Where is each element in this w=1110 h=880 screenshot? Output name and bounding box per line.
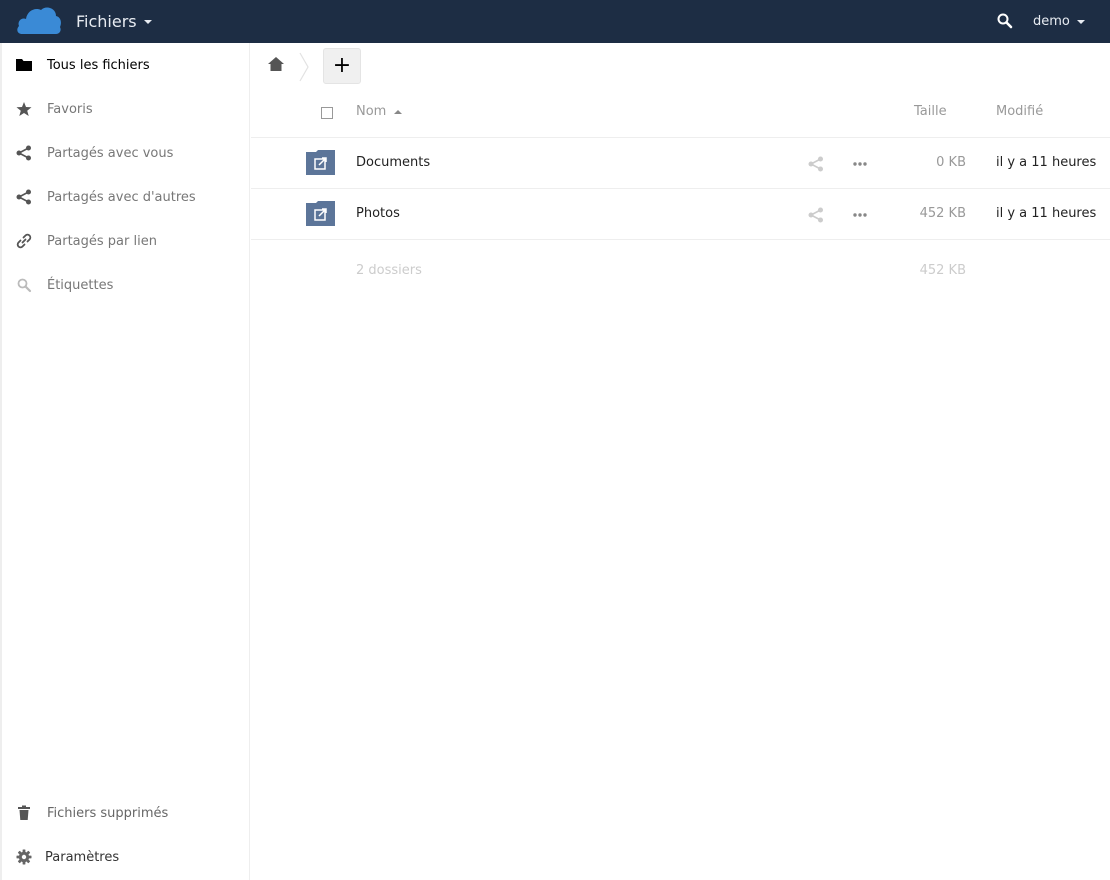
chevron-down-icon <box>1076 19 1085 24</box>
shared-folder-icon <box>306 150 335 175</box>
summary-total-size: 452 KB <box>919 263 966 278</box>
sidebar-item-label: Paramètres <box>45 849 120 865</box>
home-icon[interactable] <box>267 56 285 72</box>
tag-search-icon <box>16 277 32 293</box>
summary-count: 2 dossiers <box>356 263 422 278</box>
gear-icon <box>16 849 32 865</box>
sidebar-item-tags[interactable]: Étiquettes <box>2 263 250 307</box>
share-icon <box>16 145 32 161</box>
app-name: Fichiers <box>76 12 137 31</box>
sidebar-item-deleted-files[interactable]: Fichiers supprimés <box>2 791 250 835</box>
app-menu[interactable]: Fichiers <box>76 0 152 43</box>
more-actions-icon[interactable] <box>852 156 868 172</box>
search-icon[interactable] <box>996 12 1014 30</box>
new-file-button[interactable]: + <box>323 48 361 84</box>
share-icon <box>16 189 32 205</box>
sort-ascending-icon <box>394 109 403 114</box>
sidebar-item-shared-with-you[interactable]: Partagés avec vous <box>2 131 250 175</box>
column-header-size[interactable]: Taille <box>914 104 947 119</box>
more-actions-icon[interactable] <box>852 207 868 223</box>
sidebar-item-shared-with-others[interactable]: Partagés avec d'autres <box>2 175 250 219</box>
file-name[interactable]: Documents <box>356 155 430 170</box>
trash-icon <box>16 805 32 821</box>
sidebar-item-settings[interactable]: Paramètres <box>2 835 250 879</box>
username: demo <box>1033 14 1070 29</box>
file-name[interactable]: Photos <box>356 206 400 221</box>
file-size: 452 KB <box>919 206 966 221</box>
sidebar-item-label: Étiquettes <box>47 277 114 293</box>
breadcrumb-separator-icon <box>299 52 309 82</box>
sidebar-item-label: Fichiers supprimés <box>47 805 169 821</box>
sidebar-item-all-files[interactable]: Tous les fichiers <box>2 43 250 87</box>
plus-icon: + <box>332 53 352 78</box>
top-header: Fichiers demo <box>0 0 1110 43</box>
file-list-table: Nom Taille Modifié Documents 0 KB il y a… <box>251 87 1110 300</box>
select-all-checkbox[interactable] <box>321 107 333 119</box>
link-icon <box>16 233 32 249</box>
column-header-label: Nom <box>356 104 387 119</box>
table-row[interactable]: Documents 0 KB il y a 11 heures <box>251 138 1110 189</box>
star-icon <box>16 101 32 117</box>
sidebar-item-shared-by-link[interactable]: Partagés par lien <box>2 219 250 263</box>
file-size: 0 KB <box>936 155 966 170</box>
sidebar-item-label: Partagés avec vous <box>47 145 174 161</box>
folder-icon <box>16 57 32 73</box>
file-modified: il y a 11 heures <box>996 206 1097 221</box>
app-navigation: Tous les fichiers Favoris Partagés avec … <box>0 43 250 880</box>
user-menu[interactable]: demo <box>1033 0 1085 43</box>
table-row[interactable]: Photos 452 KB il y a 11 heures <box>251 189 1110 240</box>
file-list-summary: 2 dossiers 452 KB <box>251 240 1110 300</box>
sidebar-item-favorites[interactable]: Favoris <box>2 87 250 131</box>
breadcrumb-controls: + <box>251 43 1110 87</box>
sidebar-item-label: Tous les fichiers <box>47 57 150 73</box>
share-icon[interactable] <box>808 207 824 223</box>
shared-folder-icon <box>306 201 335 226</box>
sidebar-item-label: Favoris <box>47 101 93 117</box>
file-modified: il y a 11 heures <box>996 155 1097 170</box>
column-header-name[interactable]: Nom <box>356 104 403 119</box>
table-header: Nom Taille Modifié <box>251 87 1110 138</box>
chevron-down-icon <box>143 19 152 24</box>
column-header-modified[interactable]: Modifié <box>996 104 1043 119</box>
sidebar-item-label: Partagés par lien <box>47 233 157 249</box>
sidebar-item-label: Partagés avec d'autres <box>47 189 196 205</box>
cloud-logo-icon[interactable] <box>16 4 62 36</box>
share-icon[interactable] <box>808 156 824 172</box>
